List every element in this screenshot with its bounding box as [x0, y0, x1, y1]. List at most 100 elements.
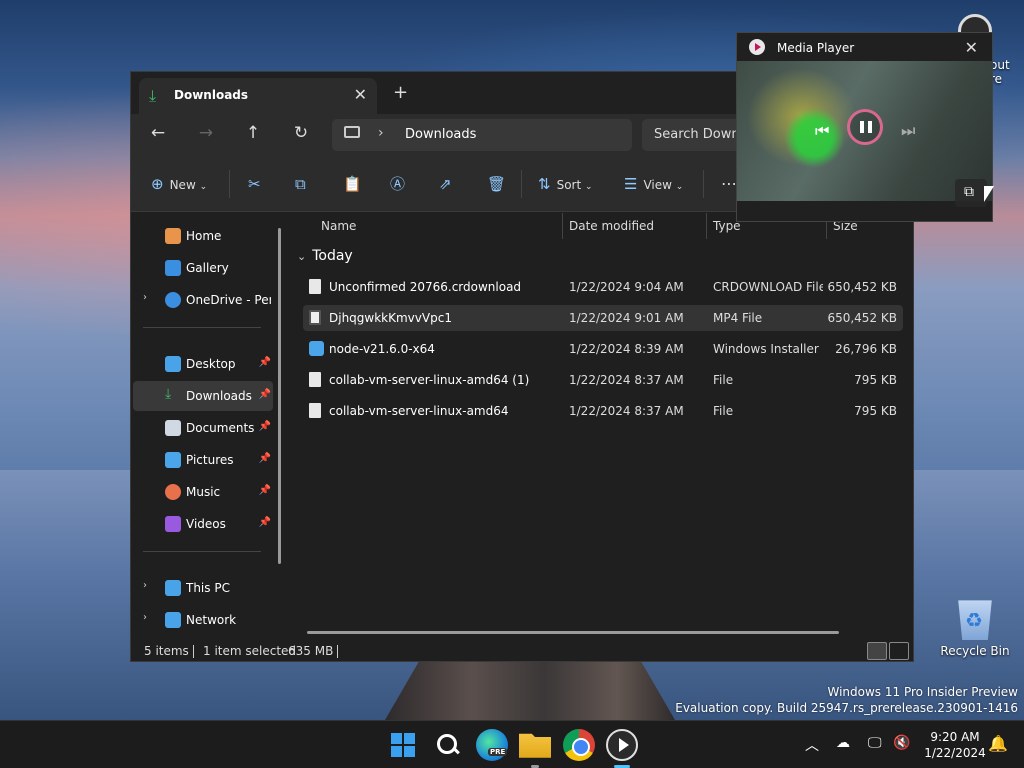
tiles-view-button[interactable]: [889, 642, 909, 660]
media-player-titlebar[interactable]: Media Player ✕: [737, 33, 992, 61]
column-divider[interactable]: [706, 213, 707, 239]
plus-circle-icon: ⊕: [151, 175, 164, 193]
recycle-bin-icon: [958, 600, 992, 640]
pictures-icon: [165, 452, 181, 468]
status-selection: 1 item selected: [203, 644, 297, 658]
sidebar-item-music[interactable]: Music 📌: [133, 477, 273, 507]
media-player-app-icon: [749, 39, 765, 55]
more-options-button[interactable]: ⋯: [721, 174, 737, 194]
file-list: Name Date modified Type Size ⌄ Today Unco…: [289, 213, 913, 641]
new-button[interactable]: ⊕ New ⌄: [151, 174, 207, 194]
clock-date: 1/22/2024: [924, 746, 986, 760]
chevron-right-icon[interactable]: ›: [143, 612, 147, 623]
edge-preview-taskbar-button[interactable]: PRE: [476, 729, 508, 761]
pause-button[interactable]: [847, 109, 883, 145]
chevron-down-icon: ⌄: [675, 182, 684, 192]
share-button[interactable]: ⇗: [439, 174, 452, 194]
windows-logo-icon: [404, 746, 415, 757]
table-row[interactable]: collab-vm-server-linux-amd64 (1) 1/22/20…: [303, 367, 903, 393]
start-button[interactable]: [387, 729, 419, 761]
new-tab-button[interactable]: +: [393, 84, 408, 102]
onedrive-tray-icon[interactable]: ☁: [836, 735, 850, 751]
chrome-taskbar-button[interactable]: [563, 729, 595, 761]
view-icon: ☰: [624, 175, 638, 193]
table-row[interactable]: collab-vm-server-linux-amd64 1/22/2024 8…: [303, 398, 903, 424]
sidebar-item-network[interactable]: › Network: [133, 605, 273, 635]
toolbar-divider: [703, 170, 704, 198]
show-hidden-icons-button[interactable]: ︿: [805, 735, 819, 755]
sidebar-separator: [143, 551, 261, 552]
file-explorer-taskbar-button[interactable]: [519, 733, 551, 758]
windows-logo-icon: [391, 746, 402, 757]
details-view-button[interactable]: [867, 642, 887, 660]
group-header-today[interactable]: ⌄ Today: [297, 248, 353, 264]
sidebar-item-documents[interactable]: Documents 📌: [133, 413, 273, 443]
view-button[interactable]: ☰ View ⌄: [624, 174, 683, 194]
sort-button[interactable]: ⇅ Sort ⌄: [538, 174, 593, 194]
delete-button[interactable]: 🗑: [487, 174, 506, 194]
exit-mini-player-button[interactable]: [955, 179, 987, 207]
copy-button[interactable]: ⧉: [295, 174, 306, 194]
rename-button[interactable]: Ⓐ: [390, 174, 405, 194]
status-bar: 5 items 1 item selected 635 MB: [131, 641, 913, 661]
network-tray-icon[interactable]: 🖵: [868, 735, 882, 751]
back-button[interactable]: ←: [146, 123, 170, 143]
cloud-icon: [165, 292, 181, 308]
table-row[interactable]: node-v21.6.0-x64 1/22/2024 8:39 AM Windo…: [303, 336, 903, 362]
sidebar-item-onedrive[interactable]: › OneDrive - Perso: [133, 285, 273, 315]
cut-button[interactable]: ✂: [248, 174, 261, 194]
sidebar-item-desktop[interactable]: Desktop 📌: [133, 349, 273, 379]
up-button[interactable]: ↑: [241, 123, 265, 143]
column-header-name[interactable]: Name: [321, 219, 356, 233]
cut-icon: ✂: [248, 175, 261, 193]
paste-button[interactable]: 📋: [343, 174, 362, 194]
mouse-cursor: [984, 186, 994, 202]
tab-close-button[interactable]: ✕: [354, 85, 367, 104]
chevron-right-icon[interactable]: ›: [143, 292, 147, 303]
table-row[interactable]: DjhqgwkkKmvvVpc1 1/22/2024 9:01 AM MP4 F…: [303, 305, 903, 331]
media-player-close-button[interactable]: ✕: [965, 38, 978, 57]
refresh-button[interactable]: ↻: [289, 123, 313, 143]
pin-icon: 📌: [258, 357, 271, 368]
watermark-line-build: Evaluation copy. Build 25947.rs_prerelea…: [675, 701, 1018, 715]
wallpaper-pier: [385, 660, 675, 720]
chevron-down-icon: ⌄: [297, 250, 307, 263]
taskbar: PRE ︿ ☁ 🖵 🔇 9:20 AM 1/22/2024 🔔: [0, 720, 1024, 768]
windows-logo-icon: [391, 733, 402, 744]
sidebar-item-this-pc[interactable]: › This PC: [133, 573, 273, 603]
table-row[interactable]: Unconfirmed 20766.crdownload 1/22/2024 9…: [303, 274, 903, 300]
tab-downloads[interactable]: ⤓ Downloads ✕: [139, 78, 377, 114]
pin-icon: 📌: [258, 389, 271, 400]
home-icon: [165, 228, 181, 244]
sidebar-item-videos[interactable]: Videos 📌: [133, 509, 273, 539]
column-header-date[interactable]: Date modified: [569, 219, 654, 233]
toolbar-divider: [521, 170, 522, 198]
previous-track-button[interactable]: ⏮: [815, 121, 829, 141]
sidebar-item-gallery[interactable]: Gallery: [133, 253, 273, 283]
chevron-down-icon: ⌄: [199, 182, 208, 192]
sidebar-item-home[interactable]: Home: [133, 221, 273, 251]
sidebar-item-pictures[interactable]: Pictures 📌: [133, 445, 273, 475]
horizontal-scrollbar[interactable]: [307, 631, 839, 634]
chevron-right-icon[interactable]: ›: [143, 580, 147, 591]
media-player-taskbar-button[interactable]: [606, 729, 638, 761]
volume-muted-icon[interactable]: 🔇: [893, 735, 910, 751]
status-separator: [193, 645, 194, 658]
search-input[interactable]: Search Downl: [654, 127, 743, 142]
clock[interactable]: 9:20 AM 1/22/2024: [920, 729, 990, 761]
forward-button[interactable]: →: [194, 123, 218, 143]
file-icon: [309, 403, 321, 418]
paste-icon: 📋: [343, 175, 362, 193]
address-bar[interactable]: › Downloads: [332, 119, 632, 151]
column-divider[interactable]: [562, 213, 563, 239]
breadcrumb-downloads[interactable]: Downloads: [405, 127, 476, 142]
videos-icon: [165, 516, 181, 532]
taskbar-search-button[interactable]: [431, 729, 463, 761]
media-player-window[interactable]: Media Player ✕ ⏮ ⏭: [736, 32, 993, 222]
next-track-button[interactable]: ⏭: [901, 121, 915, 141]
sidebar-item-downloads[interactable]: ⤓ Downloads 📌: [133, 381, 273, 411]
desktop-recycle-bin[interactable]: Recycle Bin: [930, 596, 1020, 658]
notification-bell-icon[interactable]: 🔔: [988, 734, 1008, 753]
pin-icon: 📌: [258, 421, 271, 432]
sidebar-scrollbar[interactable]: [278, 228, 281, 564]
